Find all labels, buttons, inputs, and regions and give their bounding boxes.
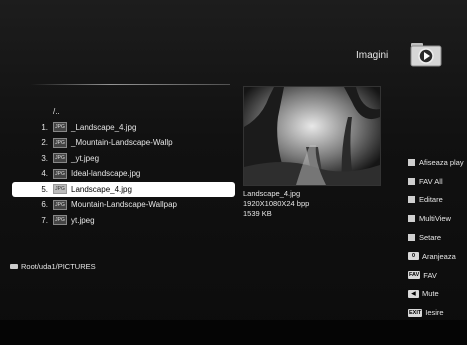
- jpg-file-icon: JPG: [53, 137, 67, 148]
- file-list-item[interactable]: 6. JPG Mountain-Landscape-Wallpap: [30, 197, 235, 213]
- file-name: _yt.jpeg: [71, 153, 100, 163]
- image-info: Landscape_4.jpg 1920X1080X24 bpp 1539 KB: [243, 189, 309, 219]
- menu-item[interactable]: ◀ Mute: [408, 285, 467, 304]
- menu-item-label: Mute: [422, 289, 439, 299]
- media-browser-screen: Imagini /.. 1. JPG _Landscape_4.jpg 2. JPG _M…: [0, 0, 467, 345]
- menu-item-label: FAV All: [419, 176, 443, 186]
- jpg-file-icon: JPG: [53, 184, 67, 195]
- file-list-item[interactable]: 5. JPG Landscape_4.jpg: [12, 181, 235, 197]
- list-item-number: 3.: [41, 153, 48, 163]
- menu-item[interactable]: MultiView: [408, 209, 467, 228]
- list-item-number: 1.: [41, 122, 48, 132]
- list-item-number: 2.: [41, 138, 48, 148]
- file-list-item[interactable]: 3. JPG _yt.jpeg: [30, 151, 235, 167]
- menu-item-label: MultiView: [419, 214, 451, 224]
- remote-key-icon: EXIT: [408, 308, 423, 317]
- list-item-number: 7.: [41, 215, 48, 225]
- forest-preview-image: [244, 87, 380, 185]
- jpg-file-icon: JPG: [53, 168, 67, 179]
- parent-directory-item[interactable]: /..: [30, 104, 235, 120]
- file-list-item[interactable]: 1. JPG _Landscape_4.jpg: [30, 120, 235, 136]
- menu-item-label: Afiseaza play: [419, 157, 464, 167]
- menu-item[interactable]: FAV FAV: [408, 266, 467, 285]
- preview-resolution: 1920X1080X24 bpp: [243, 199, 310, 208]
- menu-item-label: Aranjeaza: [422, 251, 456, 261]
- color-key-icon: [408, 215, 415, 223]
- file-list-item[interactable]: 4. JPG Ideal-landscape.jpg: [30, 166, 235, 182]
- header-divider: [30, 84, 230, 85]
- bottom-band: [0, 320, 467, 345]
- file-name: Mountain-Landscape-Wallpap: [71, 200, 177, 210]
- page-title: Imagini: [356, 50, 389, 61]
- folder-key-icon: [10, 264, 18, 269]
- menu-item[interactable]: 0 Aranjeaza: [408, 247, 467, 266]
- menu-item[interactable]: Editare: [408, 191, 467, 210]
- action-menu: Afiseaza play FAV All Editare MultiView Seta…: [408, 153, 467, 322]
- preview-size: 1539 KB: [243, 209, 272, 218]
- color-key-icon: [408, 158, 415, 166]
- list-item-number: 6.: [41, 200, 48, 210]
- file-list-item[interactable]: 7. JPG yt.jpeg: [30, 213, 235, 229]
- list-item-number: 5.: [41, 184, 48, 194]
- file-list-item[interactable]: 2. JPG _Mountain-Landscape-Wallp: [30, 135, 235, 151]
- menu-item[interactable]: FAV All: [408, 172, 467, 191]
- file-list: /.. 1. JPG _Landscape_4.jpg 2. JPG _Mountain-…: [12, 104, 235, 229]
- color-key-icon: [408, 234, 415, 242]
- jpg-file-icon: JPG: [53, 215, 67, 226]
- remote-key-icon: 0: [408, 252, 419, 261]
- parent-directory-label: /..: [53, 107, 60, 117]
- menu-item-label: Editare: [419, 195, 443, 205]
- remote-key-icon: ◀: [408, 289, 419, 298]
- file-name: _Mountain-Landscape-Wallp: [71, 138, 173, 148]
- file-name: yt.jpeg: [71, 215, 95, 225]
- remote-key-icon: FAV: [408, 271, 421, 280]
- image-preview: [243, 86, 381, 186]
- color-key-icon: [408, 196, 415, 204]
- menu-item-label: Setare: [419, 233, 442, 243]
- jpg-file-icon: JPG: [53, 153, 67, 164]
- file-name: Ideal-landscape.jpg: [71, 169, 141, 179]
- file-name: _Landscape_4.jpg: [71, 122, 137, 132]
- menu-item-label: Iesire: [425, 308, 444, 318]
- menu-item[interactable]: Afiseaza play: [408, 153, 467, 172]
- file-name: Landscape_4.jpg: [71, 184, 132, 194]
- jpg-file-icon: JPG: [53, 199, 67, 210]
- preview-filename: Landscape_4.jpg: [243, 189, 301, 198]
- color-key-icon: [408, 177, 415, 185]
- menu-item[interactable]: Setare: [408, 228, 467, 247]
- folder-play-icon: [410, 43, 442, 67]
- menu-item-label: FAV: [423, 270, 437, 280]
- list-item-number: 4.: [41, 169, 48, 179]
- jpg-file-icon: JPG: [53, 122, 67, 133]
- current-path-label: Root/uda1/PICTURES: [21, 262, 96, 271]
- current-path: Root/uda1/PICTURES: [10, 262, 96, 271]
